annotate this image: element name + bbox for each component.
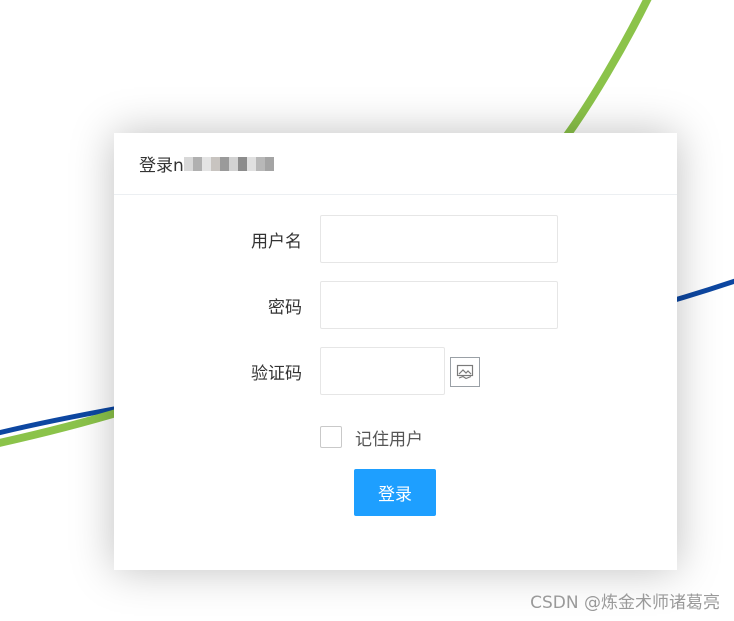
remember-user[interactable]: 记住用户 xyxy=(320,425,423,450)
password-label: 密码 xyxy=(268,297,302,318)
remember-checkbox[interactable] xyxy=(320,426,342,448)
captcha-row: 验证码 xyxy=(114,347,677,395)
captcha-label: 验证码 xyxy=(251,363,302,384)
password-row: 密码 xyxy=(114,281,677,329)
password-input[interactable] xyxy=(320,281,558,329)
username-label: 用户名 xyxy=(251,231,302,252)
username-input[interactable] xyxy=(320,215,558,263)
remember-label: 记住用户 xyxy=(355,429,423,450)
captcha-input[interactable] xyxy=(320,347,445,395)
login-button[interactable]: 登录 xyxy=(354,469,436,516)
captcha-image[interactable] xyxy=(450,357,480,387)
dialog-header: 登录n xyxy=(114,133,677,195)
redacted-title-mask xyxy=(183,156,274,171)
dialog-title: 登录n xyxy=(139,156,184,176)
username-row: 用户名 xyxy=(114,215,677,263)
watermark: CSDN @炼金术师诸葛亮 xyxy=(530,593,720,613)
broken-image-icon xyxy=(456,364,474,380)
login-dialog: 登录n 用户名 密码 验证码 记住用户 登录 xyxy=(114,133,677,570)
